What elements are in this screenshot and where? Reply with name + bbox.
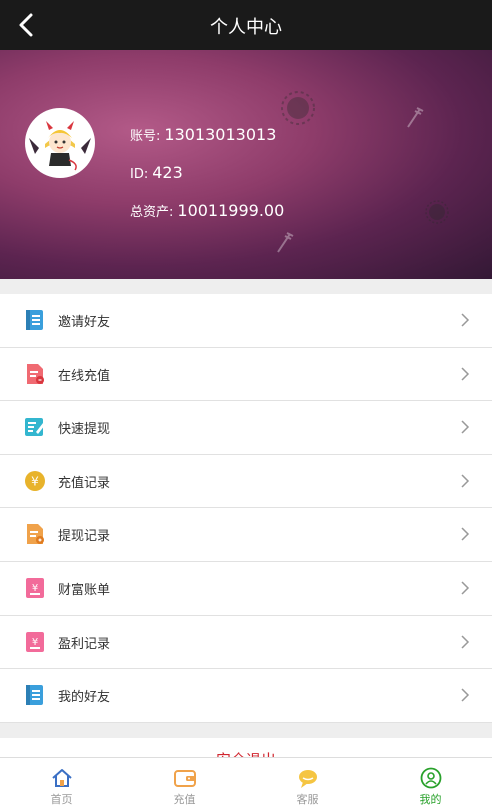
id-value: 423	[152, 163, 183, 182]
decorative-pitchfork-icon	[407, 107, 424, 128]
account-value: 13013013013	[164, 125, 277, 144]
menu-item-label: 快速提现	[58, 422, 111, 438]
friends-icon	[24, 684, 46, 706]
account-line: 账号: 13013013013	[130, 125, 276, 144]
withdraw-icon	[24, 416, 46, 438]
menu-item-invite-friends[interactable]: 邀请好友	[0, 294, 492, 348]
tab-mine[interactable]: 我的	[369, 758, 492, 807]
menu-item-quick-withdraw[interactable]: 快速提现	[0, 401, 492, 455]
menu-item-label: 充值记录	[58, 475, 111, 491]
menu-item-label: 盈利记录	[58, 636, 111, 652]
account-label: 账号:	[130, 129, 161, 144]
menu-item-label: 邀请好友	[58, 315, 111, 330]
home-icon	[51, 767, 73, 789]
svg-text:¥: ¥	[32, 583, 38, 594]
menu-item-profit-record[interactable]: ¥ 盈利记录	[0, 616, 492, 670]
tab-customer-service[interactable]: 客服	[246, 758, 369, 807]
bottom-tab-bar: 首页 充值 客服 我的	[0, 757, 492, 807]
tab-label: 我的	[419, 793, 442, 806]
profit-icon: ¥	[24, 631, 46, 653]
top-bar: 个人中心	[0, 0, 492, 50]
decorative-sparkle-icon	[281, 91, 315, 125]
menu-item-label: 我的好友	[58, 690, 111, 706]
tab-label: 客服	[296, 793, 319, 806]
menu-item-my-friends[interactable]: 我的好友	[0, 669, 492, 723]
menu-item-recharge-record[interactable]: ¥ 充值记录	[0, 455, 492, 509]
decorative-sparkle-icon	[425, 200, 449, 224]
svg-text:¥: ¥	[31, 474, 39, 488]
chevron-right-icon	[461, 367, 470, 381]
tab-label: 充值	[173, 793, 196, 806]
chevron-right-icon	[461, 527, 470, 541]
assets-value: 10011999.00	[177, 201, 285, 220]
menu-item-online-recharge[interactable]: 在线充值	[0, 348, 492, 402]
tab-label: 首页	[50, 793, 73, 806]
menu-item-wealth-bill[interactable]: ¥ 财富账单	[0, 562, 492, 616]
menu-item-withdraw-record[interactable]: 提现记录	[0, 508, 492, 562]
user-icon	[420, 767, 442, 789]
wallet-icon	[173, 767, 196, 789]
menu-item-label: 提现记录	[58, 529, 111, 545]
id-label: ID:	[130, 167, 149, 182]
assets-line: 总资产: 10011999.00	[130, 201, 284, 220]
devil-avatar-icon	[29, 121, 91, 171]
invite-icon	[24, 309, 46, 331]
chevron-right-icon	[461, 688, 470, 702]
chevron-right-icon	[461, 474, 470, 488]
svg-text:¥: ¥	[32, 637, 38, 648]
assets-label: 总资产:	[130, 205, 174, 220]
menu-item-label: 财富账单	[58, 582, 111, 598]
profile-banner: 账号: 13013013013 ID: 423 总资产: 10011999.00	[0, 50, 492, 279]
yen-coin-icon: ¥	[24, 470, 46, 492]
recharge-doc-icon	[24, 363, 46, 385]
page-title: 个人中心	[210, 17, 282, 38]
chevron-right-icon	[461, 635, 470, 649]
tab-recharge[interactable]: 充值	[123, 758, 246, 807]
withdraw-record-icon	[24, 523, 46, 545]
menu-list: 邀请好友 在线充值 快速提现 ¥ 充值记录 提现记录 ¥ 财富账单 ¥ 盈利记录…	[0, 294, 492, 723]
avatar[interactable]	[25, 108, 95, 178]
chevron-right-icon	[461, 313, 470, 327]
bill-icon: ¥	[24, 577, 46, 599]
menu-item-label: 在线充值	[58, 368, 111, 384]
tab-home[interactable]: 首页	[0, 758, 123, 807]
chat-icon	[297, 767, 319, 789]
id-line: ID: 423	[130, 163, 183, 182]
chevron-right-icon	[461, 420, 470, 434]
chevron-right-icon	[461, 581, 470, 595]
decorative-pitchfork-icon	[277, 232, 294, 253]
